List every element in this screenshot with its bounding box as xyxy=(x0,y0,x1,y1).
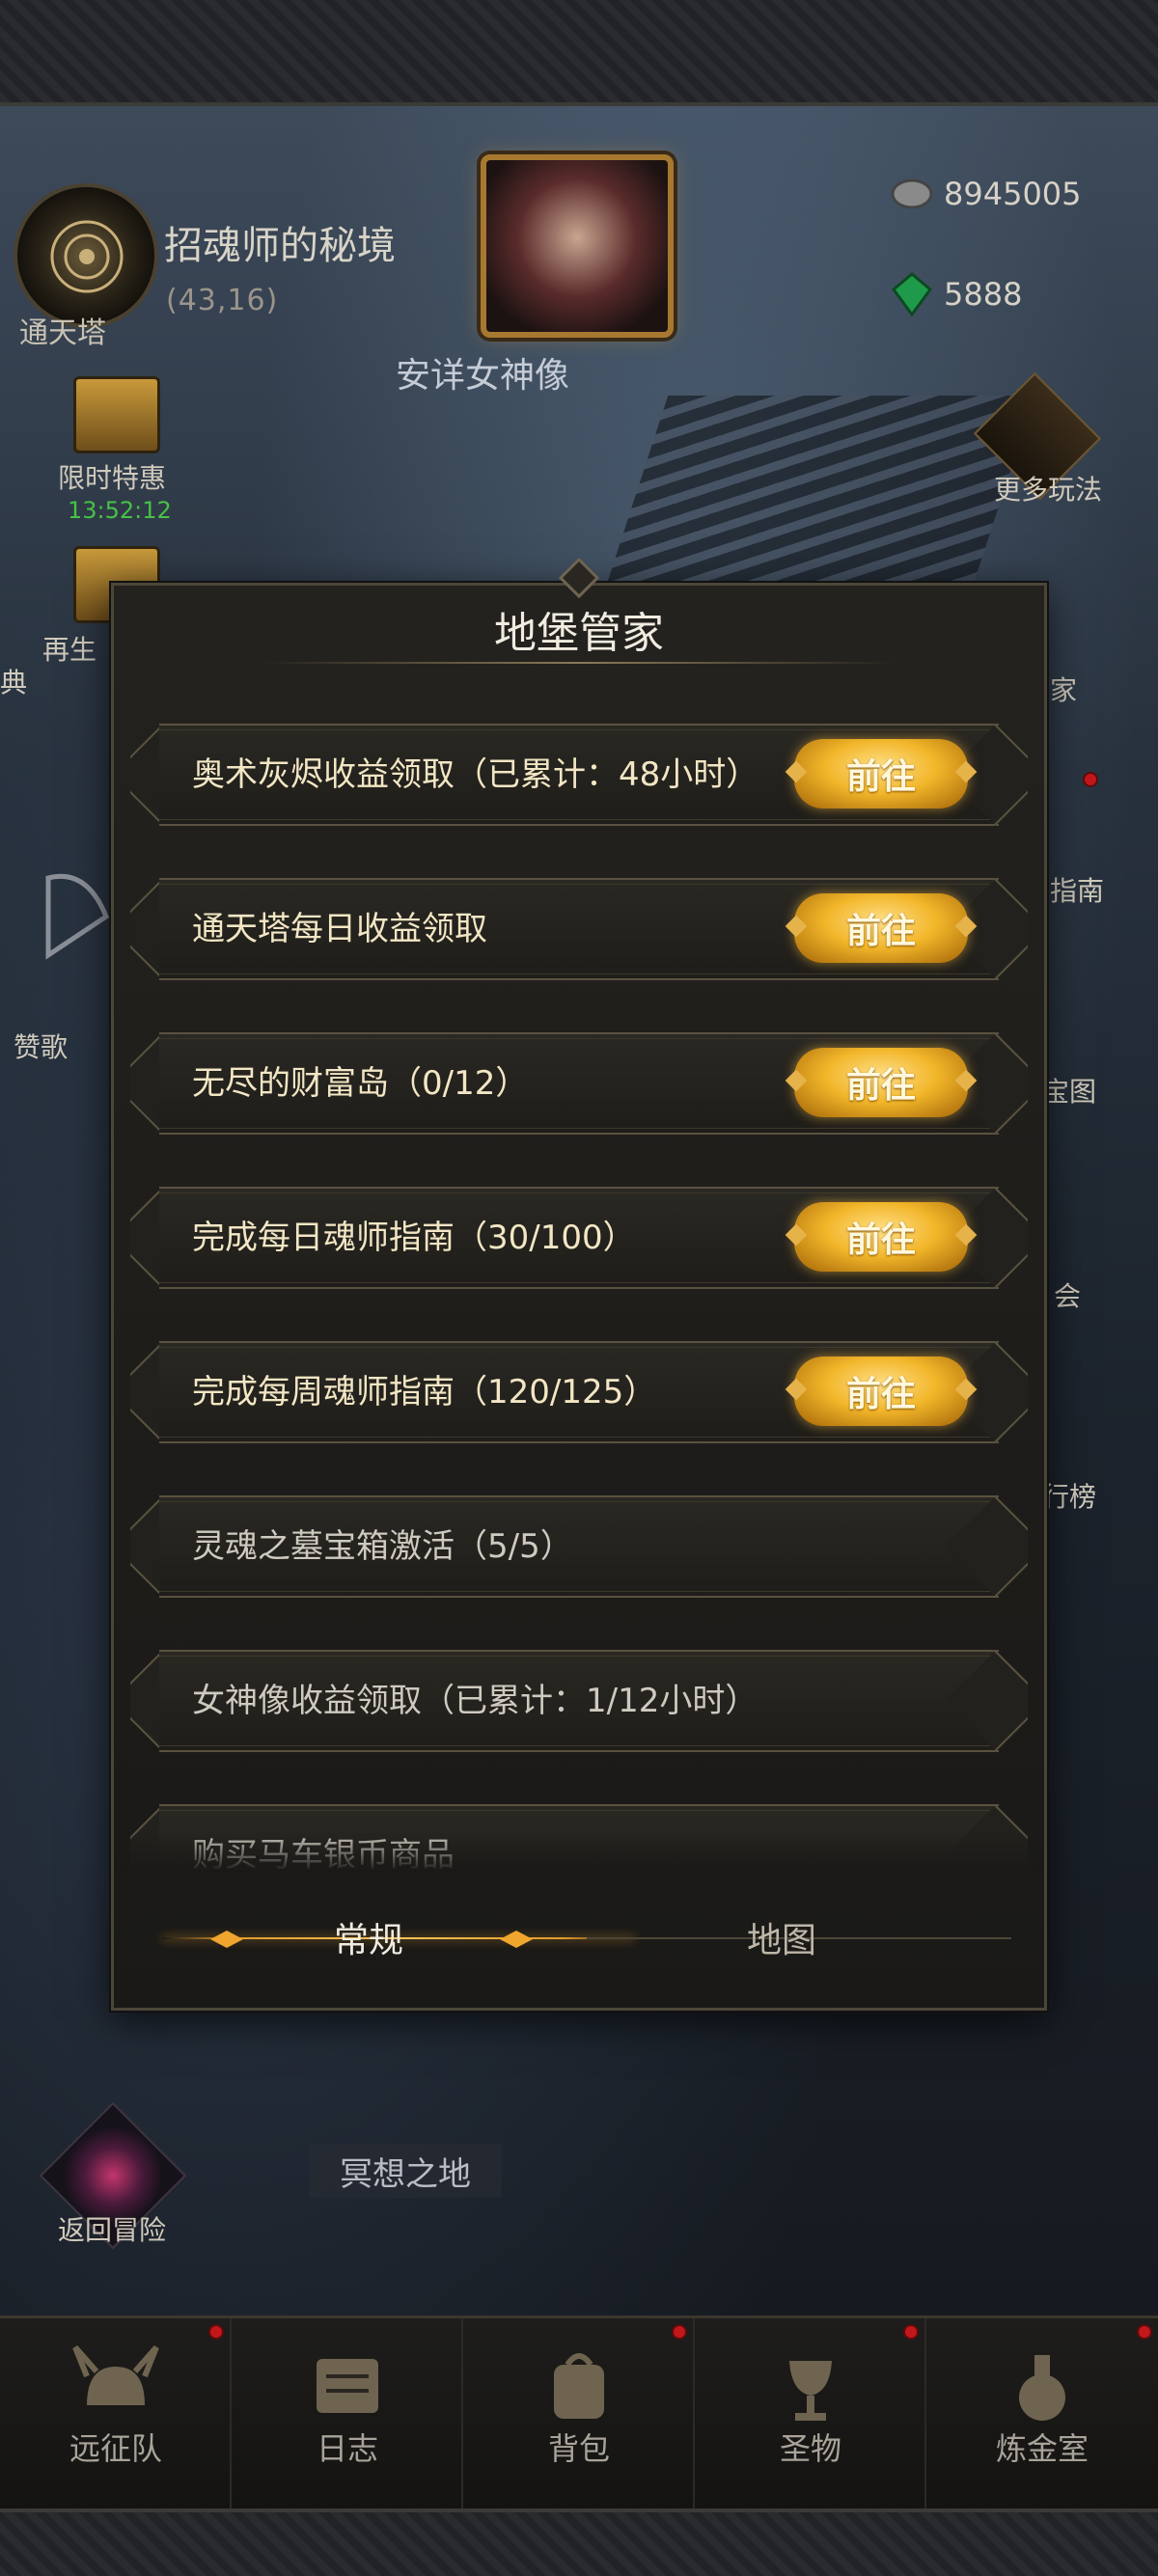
currency-silver: 8945005 xyxy=(888,170,1082,218)
task-row: 灵魂之墓宝箱激活（5/5） xyxy=(130,1488,1028,1605)
bottom-frame xyxy=(0,2508,1158,2576)
harp-icon[interactable] xyxy=(19,859,125,965)
goto-button[interactable]: 前往 xyxy=(794,893,968,963)
right-label-2: 指南 xyxy=(1050,875,1105,907)
title-divider xyxy=(261,662,897,664)
nav-expedition[interactable]: 远征队 xyxy=(0,2318,232,2511)
backpack-icon xyxy=(554,2353,604,2419)
dialog-title: 地堡管家 xyxy=(494,609,664,658)
alchemy-icon xyxy=(1019,2355,1065,2421)
notification-dot xyxy=(672,2324,687,2340)
right-label-5: 行榜 xyxy=(1042,1481,1097,1513)
notification-dot xyxy=(208,2324,224,2340)
goto-button[interactable]: 前往 xyxy=(794,1202,968,1272)
task-row[interactable]: 无尽的财富岛（0/12） 前往 xyxy=(130,1025,1028,1142)
tab-ornament-icon xyxy=(210,1931,243,1948)
task-row[interactable]: 完成每日魂师指南（30/100） 前往 xyxy=(130,1179,1028,1297)
task-text: 女神像收益领取（已累计：1/12小时） xyxy=(192,1682,758,1720)
task-row[interactable]: 完成每周魂师指南（120/125） 前往 xyxy=(130,1333,1028,1451)
goto-button[interactable]: 前往 xyxy=(794,1357,968,1426)
task-text: 完成每周魂师指南（120/125） xyxy=(192,1373,657,1411)
meditation-place-label[interactable]: 冥想之地 xyxy=(309,2144,502,2198)
silver-coin-icon xyxy=(891,178,933,209)
tab-ornament-icon xyxy=(500,1931,533,1948)
nav-alchemy[interactable]: 炼金室 xyxy=(926,2318,1158,2511)
task-row[interactable]: 奥术灰烬收益领取（已累计：48小时） 前往 xyxy=(130,716,1028,834)
scroll-icon xyxy=(317,2359,378,2413)
nav-label: 圣物 xyxy=(779,2430,841,2467)
goddess-portrait[interactable] xyxy=(481,154,674,338)
chalice-icon xyxy=(789,2361,832,2421)
right-label-1: 家 xyxy=(1050,674,1078,706)
portrait-label: 安详女神像 xyxy=(396,356,570,396)
tab-general[interactable]: 常规 xyxy=(334,1912,403,1962)
side-edge-label: 典 xyxy=(0,667,28,699)
nav-label: 日志 xyxy=(316,2430,378,2467)
limited-offer-label: 限时特惠 xyxy=(58,462,167,494)
task-text: 无尽的财富岛（0/12） xyxy=(192,1064,529,1103)
task-text: 完成每日魂师指南（30/100） xyxy=(192,1219,636,1257)
green-gem-icon xyxy=(891,272,933,317)
task-list[interactable]: 奥术灰烬收益领取（已累计：48小时） 前往 通天塔每日收益领取 前往 无尽的财富… xyxy=(130,716,1028,1870)
right-label-4: 会 xyxy=(1054,1280,1082,1312)
notification-dot xyxy=(1083,772,1098,787)
top-frame xyxy=(0,0,1158,106)
gem-amount: 5888 xyxy=(944,276,1023,313)
nav-label: 远征队 xyxy=(69,2430,162,2467)
nav-backpack[interactable]: 背包 xyxy=(463,2318,695,2511)
list-fade xyxy=(114,1833,1044,1872)
bottom-nav: 远征队 日志 背包 圣物 炼金室 xyxy=(0,2316,1158,2511)
task-text: 通天塔每日收益领取 xyxy=(192,910,487,948)
hymn-label: 赞歌 xyxy=(14,1031,69,1063)
dialog-tabs: 常规 地图 xyxy=(114,1891,1044,1987)
nav-label: 炼金室 xyxy=(995,2430,1089,2467)
goto-button[interactable]: 前往 xyxy=(794,739,968,808)
nav-log[interactable]: 日志 xyxy=(232,2318,463,2511)
tower-label: 通天塔 xyxy=(19,316,106,350)
silver-amount: 8945005 xyxy=(944,176,1082,212)
horned-helmet-icon xyxy=(72,2345,159,2405)
currency-gem: 5888 xyxy=(888,270,1022,318)
gift-box-icon[interactable] xyxy=(73,376,160,453)
location-name: 招魂师的秘境 xyxy=(164,224,396,268)
limited-offer-timer: 13:52:12 xyxy=(68,497,172,524)
goto-button[interactable]: 前往 xyxy=(794,1048,968,1117)
return-adventure-label: 返回冒险 xyxy=(58,2214,167,2246)
tab-map[interactable]: 地图 xyxy=(747,1912,816,1962)
nav-relics[interactable]: 圣物 xyxy=(695,2318,926,2511)
task-row: 女神像收益领取（已累计：1/12小时） xyxy=(130,1642,1028,1760)
notification-dot xyxy=(1137,2324,1152,2340)
more-play-label: 更多玩法 xyxy=(994,474,1103,506)
task-row[interactable]: 通天塔每日收益领取 前往 xyxy=(130,870,1028,988)
task-text: 灵魂之墓宝箱激活（5/5） xyxy=(192,1527,573,1566)
task-text: 奥术灰烬收益领取（已累计：48小时） xyxy=(192,755,759,794)
location-coordinates: (43,16) xyxy=(166,284,279,317)
nav-label: 背包 xyxy=(547,2430,610,2467)
location-emblem-icon[interactable] xyxy=(14,183,158,328)
notification-dot xyxy=(903,2324,919,2340)
right-label-3: 宝图 xyxy=(1042,1076,1097,1108)
